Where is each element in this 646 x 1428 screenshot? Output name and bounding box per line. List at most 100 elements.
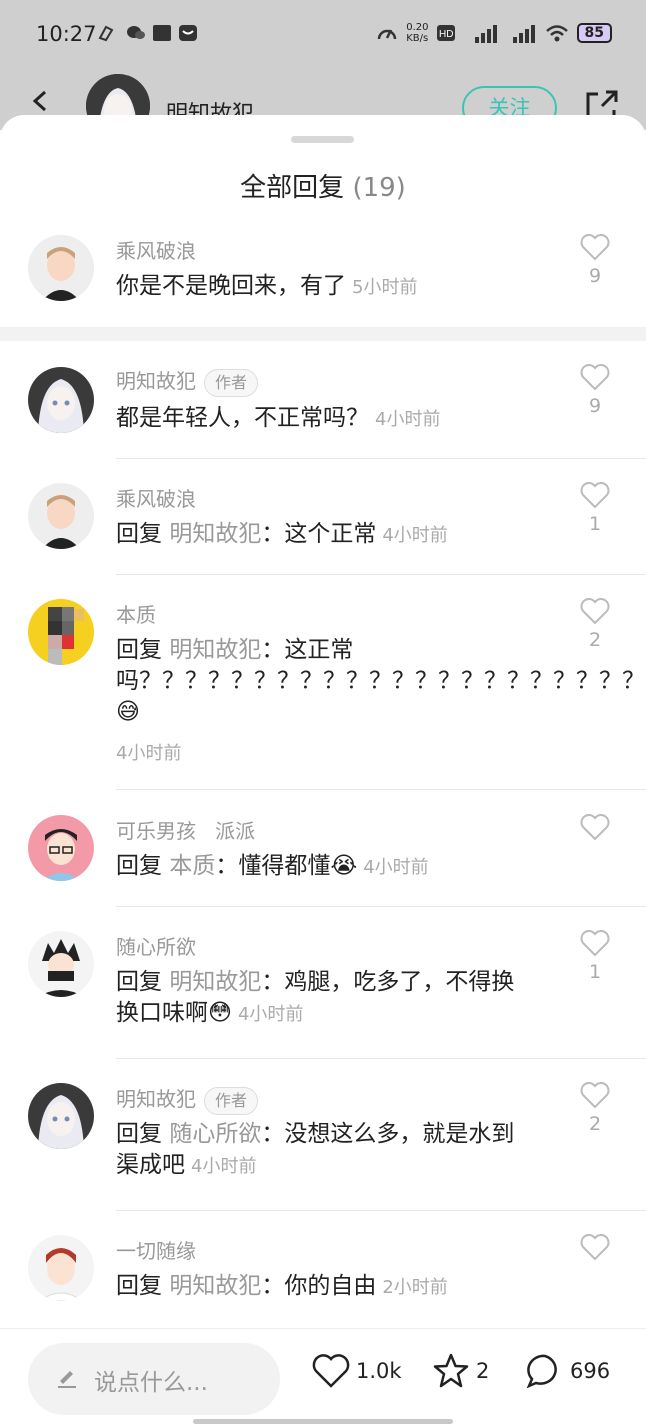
reply-user[interactable]: 本质 [116, 599, 156, 628]
favorite-action[interactable]: 2 [432, 1351, 489, 1391]
like-action[interactable]: 1.0k [312, 1351, 402, 1391]
reply-text: 回复 本质：懂得都懂😭 4小时前 [116, 853, 429, 879]
reply-time: 4小时前 [237, 1004, 304, 1025]
reply-user[interactable]: 一切随缘 [116, 1235, 196, 1264]
app-notify-icon [98, 25, 114, 42]
author-tag: 作者 [204, 368, 259, 397]
reply-time: 2小时前 [382, 1277, 448, 1298]
reply-user[interactable]: 明知故犯 作者 [116, 1083, 259, 1115]
reply-target[interactable]: 明知故犯 [169, 969, 261, 995]
status-bar: 10:27 0.20 KB/s HD 85 [0, 0, 646, 70]
battery-indicator: 85 [576, 23, 612, 43]
signal-5g-icon-2 [512, 25, 535, 43]
top-comment[interactable]: 乘风破浪 你是不是晚回来，有了 5小时前 9 [0, 225, 646, 325]
like-heart-icon[interactable] [580, 363, 610, 391]
signal-5g-icon-1 [474, 25, 497, 43]
reply-item[interactable]: 可乐男孩 派派 回复 本质：懂得都懂😭 4小时前 [0, 805, 646, 921]
divider [116, 1210, 646, 1211]
user-extra-name: 派派 [215, 819, 256, 843]
pen-icon [58, 1371, 76, 1388]
reply-time: 4小时前 [191, 1156, 257, 1177]
like-total: 1.0k [356, 1359, 402, 1383]
reply-user[interactable]: 明知故犯 作者 [116, 365, 259, 397]
star-icon [433, 1353, 469, 1388]
comment-body: 你是不是晚回来，有了 [116, 273, 346, 299]
reply-target[interactable]: 明知故犯 [169, 637, 261, 663]
svg-text:HD: HD [439, 29, 453, 40]
avatar[interactable] [28, 815, 94, 881]
reply-time: 4小时前 [116, 743, 182, 764]
mail-icon [179, 25, 197, 41]
like-heart-icon[interactable] [580, 233, 610, 261]
reply-text: 回复 明知故犯：这个正常 4小时前 [116, 521, 448, 547]
like-count: 2 [588, 1113, 602, 1135]
comment-user[interactable]: 乘风破浪 [116, 235, 196, 264]
like-count: 1 [588, 513, 602, 535]
replies-sheet: 全部回复 (19) 乘风破浪 你是不是晚回来，有了 5小时前 9 明知故犯 作者 都… [0, 115, 646, 1428]
like-heart-icon[interactable] [580, 481, 610, 509]
reply-text: 都是年轻人，不正常吗？ 4小时前 [116, 405, 441, 431]
reply-user[interactable]: 随心所欲 [116, 931, 196, 960]
author-tag: 作者 [204, 1086, 259, 1115]
comment-text: 你是不是晚回来，有了 5小时前 [116, 271, 536, 303]
status-right: 0.20 KB/s HD 85 [376, 22, 612, 44]
reply-target[interactable]: 明知故犯 [169, 521, 261, 547]
reply-target[interactable]: 本质 [169, 853, 215, 879]
avatar[interactable] [28, 931, 94, 997]
divider [116, 574, 646, 575]
wechat-icon [127, 26, 145, 39]
avatar[interactable] [28, 483, 94, 549]
like-heart-icon[interactable] [580, 929, 610, 957]
like-count: 9 [588, 395, 602, 417]
reply-target[interactable]: 明知故犯 [169, 1273, 261, 1299]
reply-item[interactable]: 随心所欲 回复 明知故犯：鸡腿，吃多了，不得换换口味啊😳 4小时前 1 [0, 921, 646, 1073]
reply-text: 回复 明知故犯：鸡腿，吃多了，不得换换口味啊😳 4小时前 [116, 969, 515, 1026]
comment-input[interactable]: 说点什么... [28, 1343, 280, 1415]
reply-item[interactable]: 一切随缘 回复 明知故犯：你的自由 2小时前 [0, 1225, 646, 1335]
divider [116, 906, 646, 907]
reply-target[interactable]: 随心所欲 [169, 1121, 261, 1147]
comment-total: 696 [570, 1359, 611, 1383]
like-count: 1 [588, 961, 602, 983]
like-heart-icon[interactable] [580, 813, 610, 841]
net-speed: 0.20 KB/s [406, 22, 429, 44]
status-time: 10:27 [36, 22, 97, 46]
avatar[interactable] [28, 599, 94, 665]
like-heart-icon[interactable] [580, 1081, 610, 1109]
reply-text: 回复 明知故犯：这正常吗？？？？？？？？？？？？？？？？？？？？？？？？？？？？… [116, 637, 646, 725]
sheet-drag-handle[interactable] [291, 136, 354, 143]
comment-bubble-icon [526, 1354, 557, 1389]
reply-item[interactable]: 乘风破浪 回复 明知故犯：这个正常 4小时前 1 [0, 473, 646, 589]
avatar[interactable] [28, 1235, 94, 1301]
comment-time: 5小时前 [352, 277, 418, 298]
divider [116, 1058, 646, 1059]
reply-item[interactable]: 明知故犯 作者 回复 随心所欲：没想这么多，就是水到渠成吧 4小时前 2 [0, 1073, 646, 1225]
reply-text: 回复 明知故犯：你的自由 2小时前 [116, 1273, 448, 1299]
back-arrow-icon[interactable] [30, 90, 52, 112]
comment-action[interactable]: 696 [526, 1351, 610, 1391]
reply-user[interactable]: 乘风破浪 [116, 483, 196, 512]
wifi-icon [545, 25, 568, 42]
reply-user[interactable]: 可乐男孩 派派 [116, 815, 255, 844]
input-placeholder: 说点什么... [94, 1370, 208, 1396]
boss-app-icon [153, 25, 171, 41]
reply-item[interactable]: 明知故犯 作者 都是年轻人，不正常吗？ 4小时前 9 [0, 355, 646, 473]
sheet-title-text: 全部回复 [240, 173, 345, 203]
heart-icon [312, 1354, 350, 1388]
reply-time: 4小时前 [363, 857, 429, 878]
bottom-action-bar: 说点什么... 1.0k 2 696 [0, 1328, 646, 1428]
divider [116, 458, 646, 459]
sheet-title: 全部回复 (19) [0, 167, 646, 204]
reply-time: 4小时前 [375, 409, 441, 430]
favorite-total: 2 [476, 1359, 490, 1383]
avatar[interactable] [28, 367, 94, 433]
home-indicator[interactable] [193, 1419, 453, 1424]
avatar[interactable] [28, 235, 94, 301]
like-heart-icon[interactable] [580, 1233, 610, 1261]
like-heart-icon[interactable] [580, 597, 610, 625]
reply-time: 4小时前 [382, 525, 448, 546]
reply-item[interactable]: 本质 回复 明知故犯：这正常吗？？？？？？？？？？？？？？？？？？？？？？？？？… [0, 589, 646, 789]
avatar[interactable] [28, 1083, 94, 1149]
hd-icon: HD [436, 25, 455, 41]
reply-count: (19) [352, 173, 406, 203]
